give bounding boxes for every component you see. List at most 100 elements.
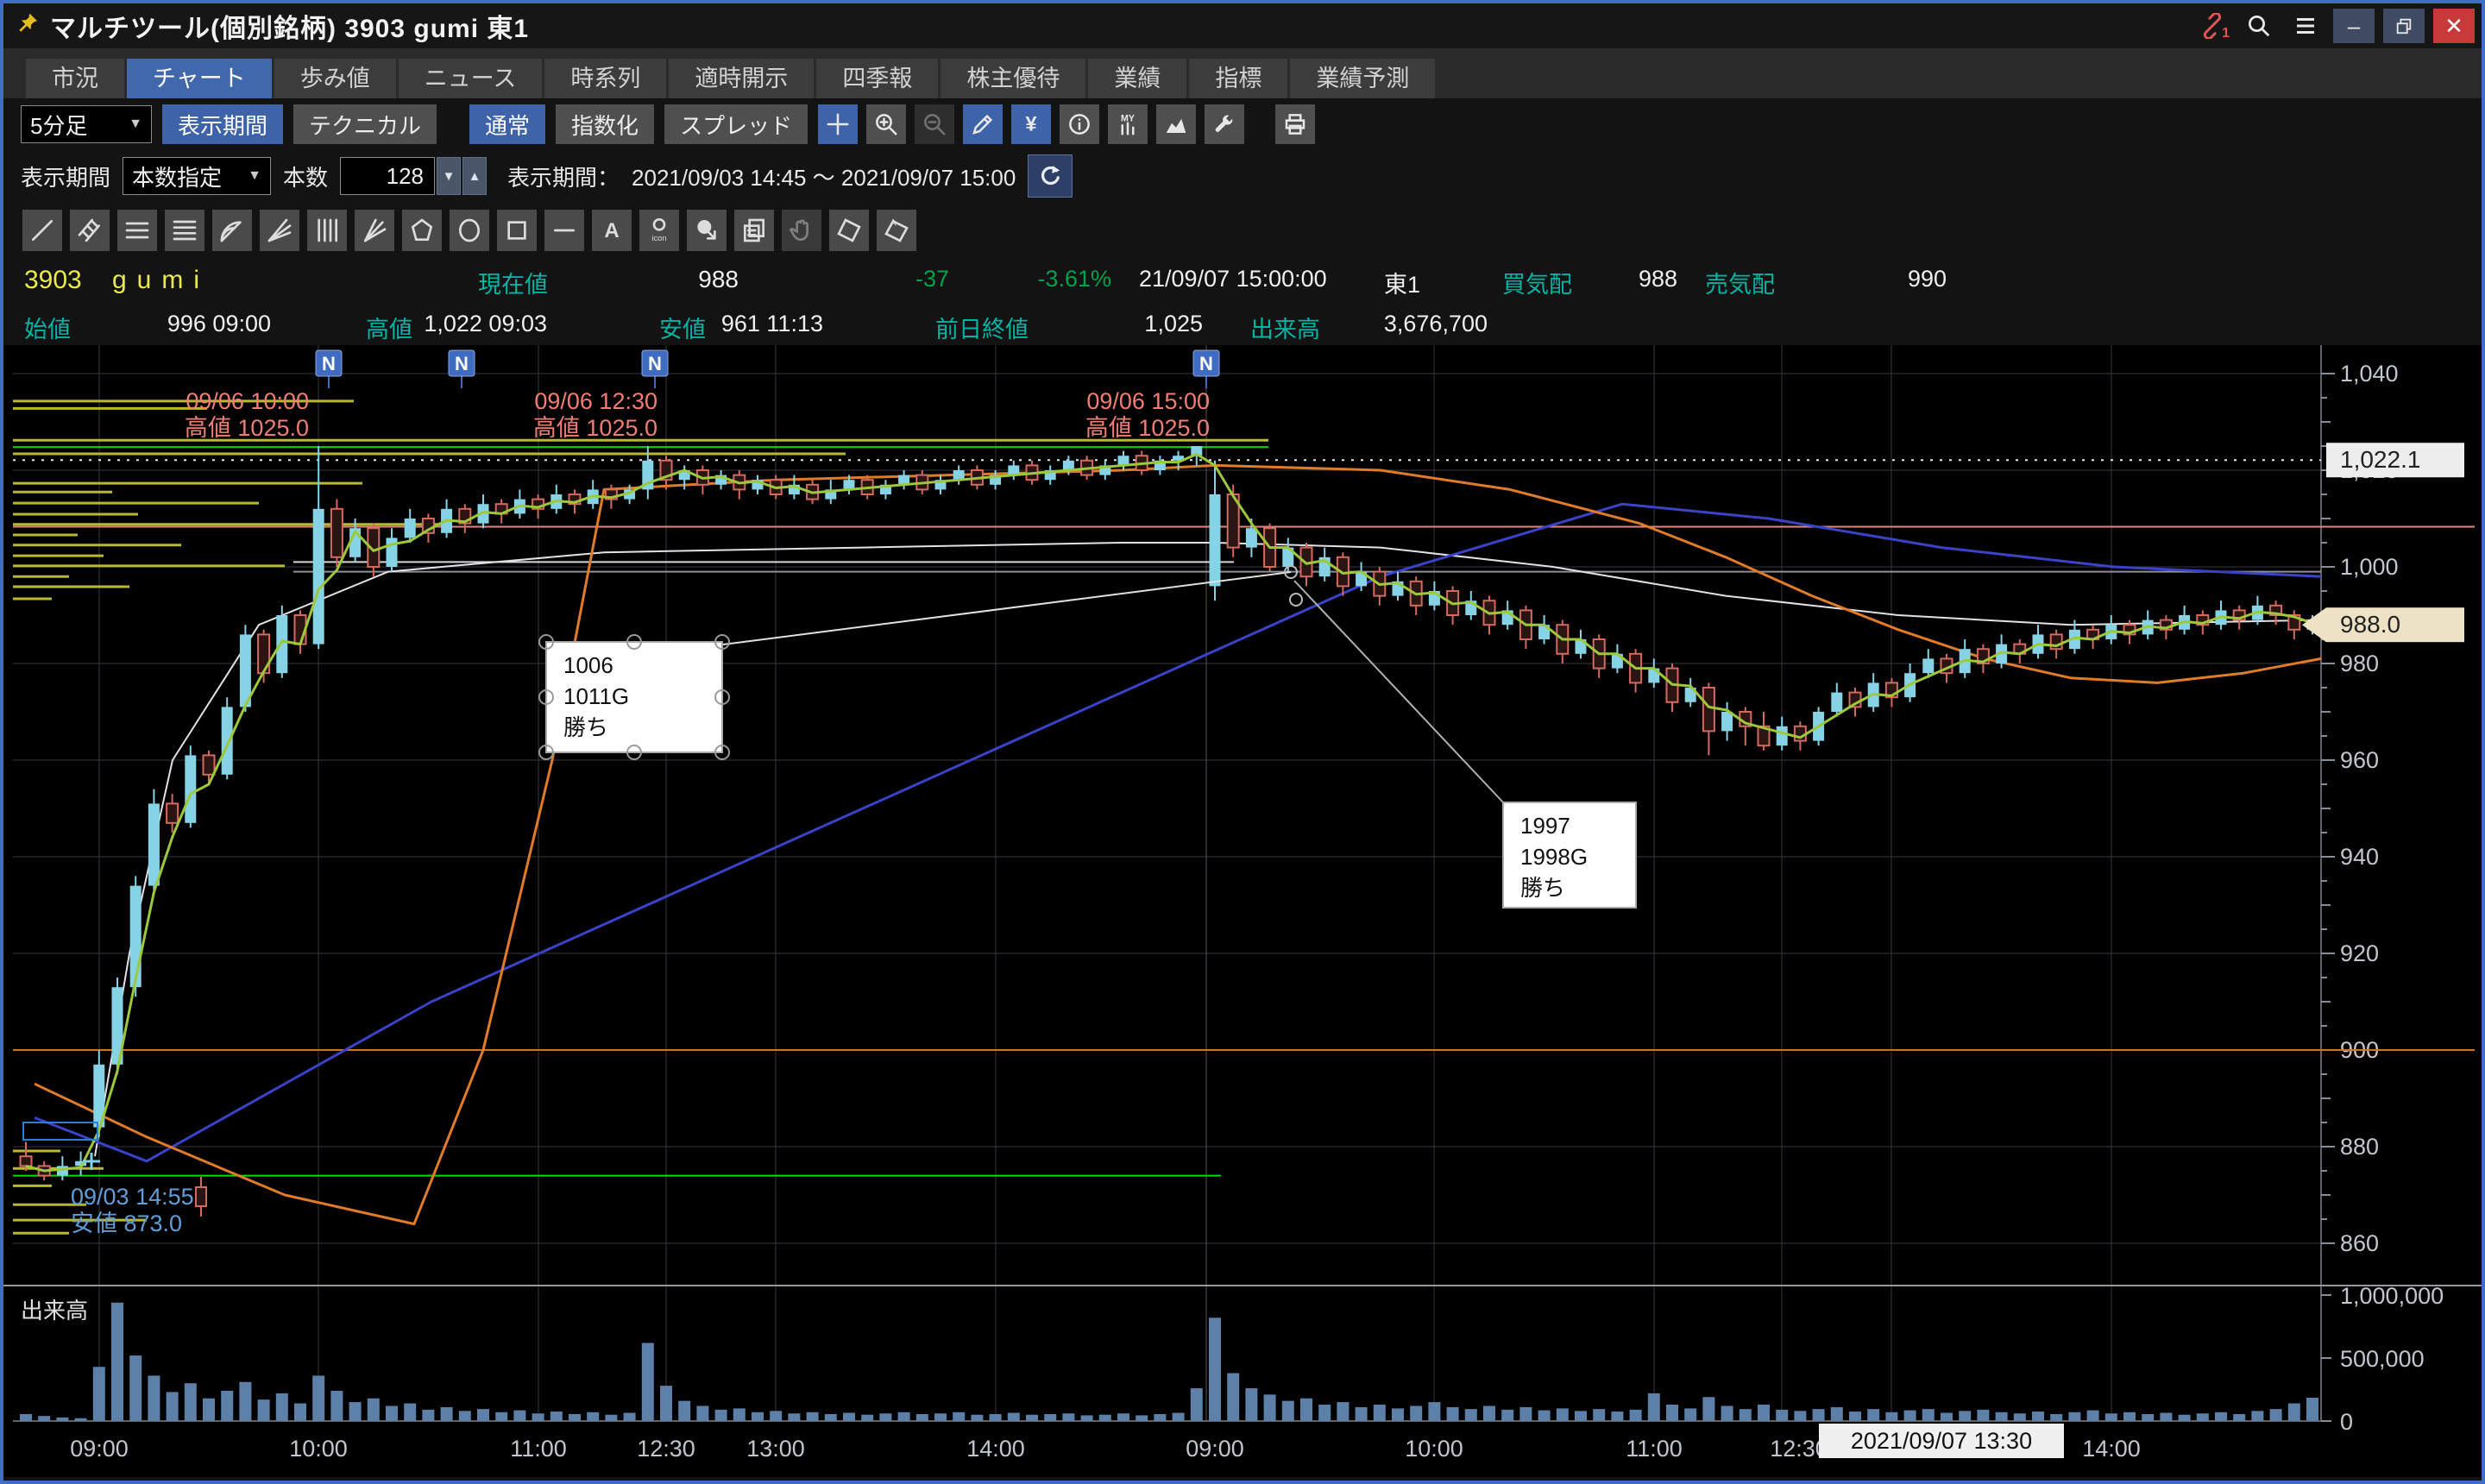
period-mode-select[interactable]: 本数指定 ▼	[123, 157, 271, 195]
trend-line-tool[interactable]	[22, 210, 62, 251]
drawing-toolbar: Aicon A	[3, 202, 2482, 259]
svg-text:13:00: 13:00	[746, 1436, 805, 1462]
link-count-badge: 1	[2222, 26, 2230, 41]
tab-6[interactable]: 四季報	[816, 59, 938, 98]
period-toolbar: 表示期間 本数指定 ▼ 本数 128 ▼ ▲ 表示期間： 2021/09/03 …	[3, 150, 2482, 202]
toolbar-text-buttons: 表示期間テクニカル通常指数化スプレッド	[162, 104, 808, 144]
count-label: 本数	[283, 160, 328, 192]
svg-text:10:00: 10:00	[1405, 1436, 1463, 1462]
pencil-icon[interactable]	[963, 104, 1003, 144]
info-icon[interactable]	[1060, 104, 1099, 144]
vertical-lines-glyph	[313, 217, 341, 244]
restore-button[interactable]	[2383, 9, 2425, 43]
tab-8[interactable]: 業績	[1088, 59, 1186, 98]
datetime-tooltip: 2021/09/07 13:30	[1819, 1424, 2064, 1458]
pencil-icon-glyph	[970, 111, 996, 137]
wrench-icon[interactable]	[1205, 104, 1244, 144]
menu-icon[interactable]	[2287, 9, 2325, 43]
svg-text:MY: MY	[1121, 113, 1135, 123]
horizontal-lines-4-tool[interactable]	[165, 210, 204, 251]
horizontal-segment-tool[interactable]	[544, 210, 584, 251]
period-label: 表示期間	[21, 160, 110, 192]
rectangle-tool[interactable]	[497, 210, 537, 251]
yen-icon[interactable]: ¥	[1011, 104, 1051, 144]
my-indicator-icon-glyph: MY	[1115, 111, 1141, 137]
callout-note[interactable]: 19971998G勝ち	[1503, 802, 1636, 908]
ellipse-tool[interactable]	[450, 210, 489, 251]
tab-0[interactable]: 市況	[26, 59, 124, 98]
printer-icon[interactable]	[1275, 104, 1315, 144]
count-decrement-button[interactable]: ▼	[437, 157, 461, 195]
text-tool[interactable]: A	[592, 210, 632, 251]
tab-3[interactable]: ニュース	[399, 59, 543, 98]
link-icon[interactable]: 1	[2193, 9, 2231, 43]
pentagon-tool[interactable]	[402, 210, 442, 251]
svg-text:icon: icon	[651, 234, 666, 242]
ray-lines-glyph	[361, 217, 388, 244]
toolbar-button[interactable]: 指数化	[556, 104, 654, 144]
horizontal-lines-4-glyph	[171, 217, 198, 244]
fibonacci-arcs-tool[interactable]	[212, 210, 252, 251]
duplicate-tool[interactable]	[734, 210, 774, 251]
interval-select[interactable]: 5分足 ▼	[21, 105, 152, 143]
tab-4[interactable]: 時系列	[544, 59, 666, 98]
vertical-lines-tool[interactable]	[307, 210, 347, 251]
icon-stamp-tool[interactable]: icon	[639, 210, 679, 251]
svg-text:980: 980	[2340, 651, 2379, 676]
tab-7[interactable]: 株主優待	[941, 59, 1085, 98]
crosshair-icon[interactable]	[818, 104, 858, 144]
callout-note[interactable]: 10061011G勝ち	[539, 635, 729, 759]
price-axis: 1,0401,0201,000980960940920900880860	[2321, 345, 2399, 1421]
fan-lines-tool[interactable]	[260, 210, 299, 251]
hand-glyph	[788, 217, 815, 244]
news-badges[interactable]: NNNN	[316, 350, 1219, 388]
low-value: 961 11:13	[676, 311, 823, 337]
tab-10[interactable]: 業績予測	[1290, 59, 1435, 98]
svg-text:14:00: 14:00	[2082, 1436, 2141, 1462]
eraser-tool[interactable]	[829, 210, 869, 251]
ray-lines-tool[interactable]	[355, 210, 394, 251]
annotation-text: 09/03 14:55	[71, 1184, 194, 1210]
range-label: 表示期間：	[507, 160, 620, 192]
tab-5[interactable]: 適時開示	[669, 59, 814, 98]
zoom-in-icon[interactable]	[866, 104, 906, 144]
toolbar-button[interactable]: スプレッド	[664, 104, 808, 144]
svg-text:2021/09/07 13:30: 2021/09/07 13:30	[1851, 1428, 2032, 1454]
clock-arrow-tool[interactable]	[687, 210, 727, 251]
quote-row-1: 3903 gumi 現在値 988 -37 -3.61% 21/09/07 15…	[3, 259, 2482, 304]
annotation-text: 安値 873.0	[71, 1210, 182, 1236]
price-chart-svg[interactable]: 1,0401,0201,0009809609409209008808601,00…	[3, 345, 2482, 1477]
titlebar-actions: 1 – ✕	[2193, 9, 2475, 43]
tab-9[interactable]: 指標	[1189, 59, 1287, 98]
zoom-out-icon	[915, 104, 954, 144]
chart-canvas[interactable]: 1,0401,0201,0009809609409209008808601,00…	[3, 345, 2482, 1477]
reload-icon[interactable]	[1028, 154, 1073, 198]
parallel-channel-tool[interactable]	[70, 210, 110, 251]
svg-text:勝ち: 勝ち	[563, 714, 608, 740]
rectangle-glyph	[503, 217, 531, 244]
count-increment-button[interactable]: ▲	[462, 157, 487, 195]
svg-text:N: N	[1199, 353, 1213, 374]
erase-all-tool[interactable]: A	[877, 210, 916, 251]
close-icon[interactable]: ✕	[2433, 9, 2475, 43]
pushpin-icon	[16, 11, 41, 41]
minimize-button[interactable]: –	[2333, 9, 2375, 43]
tab-1[interactable]: チャート	[127, 59, 272, 98]
toolbar-button[interactable]: 表示期間	[162, 104, 283, 144]
prev-close-label: 前日終値	[935, 311, 1029, 344]
fan-lines-glyph	[266, 217, 293, 244]
svg-text:960: 960	[2340, 747, 2379, 773]
tab-2[interactable]: 歩み値	[274, 59, 396, 98]
horizontal-lines-3-tool[interactable]	[117, 210, 157, 251]
area-chart-icon-glyph	[1163, 111, 1189, 137]
search-icon[interactable]	[2240, 9, 2278, 43]
toolbar-button[interactable]: テクニカル	[293, 104, 437, 144]
horizontal-lines-3-glyph	[123, 217, 151, 244]
count-input[interactable]: 128	[340, 157, 435, 195]
svg-text:11:00: 11:00	[510, 1436, 567, 1462]
area-chart-icon[interactable]	[1156, 104, 1196, 144]
my-indicator-icon[interactable]: MY	[1108, 104, 1148, 144]
stock-name: gumi	[112, 266, 210, 295]
erase-all-glyph: A	[883, 217, 910, 244]
toolbar-button[interactable]: 通常	[469, 104, 545, 144]
